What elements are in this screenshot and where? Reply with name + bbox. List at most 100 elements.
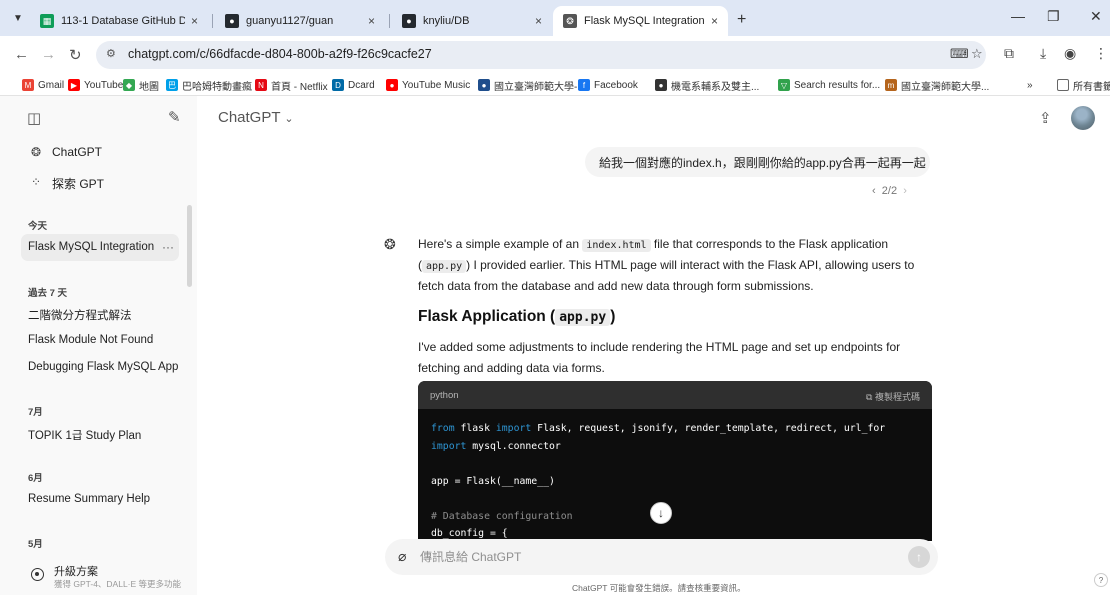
bookmark-label: YouTube Music [402, 79, 471, 91]
bookmarks-overflow-icon[interactable]: » [1027, 77, 1033, 93]
pager-count: 2/2 [881, 185, 898, 197]
help-button[interactable]: ? [1094, 573, 1108, 587]
bookmark-item[interactable]: f Facebook [578, 77, 638, 93]
code-block: python ⧉ 複製程式碼 from flask import Flask, … [418, 381, 932, 541]
next-response-icon[interactable]: › [903, 185, 907, 197]
model-selector[interactable]: ChatGPT ⌄ [218, 109, 294, 126]
url-text[interactable]: chatgpt.com/c/66dfacde-d804-800b-a2f9-f2… [128, 47, 432, 61]
bookmark-item[interactable]: ◆ 地圖 [123, 77, 159, 93]
download-icon[interactable]: ⤓ [1040, 45, 1046, 62]
tab-title: knyliu/DB [423, 15, 470, 27]
previous-response-icon[interactable]: ‹ [872, 185, 876, 197]
code-language: python [430, 390, 459, 401]
sidebar-toggle-icon[interactable]: ◫ [27, 109, 41, 127]
extensions-icon[interactable]: ⧉ [1004, 45, 1014, 62]
close-tab-icon[interactable]: × [711, 14, 718, 28]
chat-options-icon[interactable]: ··· [162, 240, 174, 254]
section-heading-today: 今天 [28, 221, 48, 232]
upgrade-plan-subtitle: 獲得 GPT-4、DALL·E 等更多功能 [54, 579, 182, 589]
menu-icon[interactable]: ⋮ [1094, 45, 1108, 62]
code-block-header: python ⧉ 複製程式碼 [418, 381, 932, 409]
tab-title: guanyu1127/guan [246, 15, 334, 27]
bookmark-favicon-icon: ▶ [68, 79, 80, 91]
bookmark-favicon-icon: m [885, 79, 897, 91]
section-heading-july: 7月 [28, 407, 43, 418]
code-line: # Database configuration [431, 510, 573, 522]
bookmark-label: 巴哈姆特動畫瘋 [182, 81, 252, 93]
forward-icon[interactable]: → [41, 46, 56, 63]
section-heading-june: 6月 [28, 473, 43, 484]
bookmark-item[interactable]: M Gmail [22, 77, 64, 93]
profile-icon[interactable]: ◉ [1064, 45, 1076, 62]
bookmark-label: Facebook [594, 79, 638, 91]
openai-logo-icon: ❂ [31, 145, 42, 159]
bookmark-favicon-icon: N [255, 79, 267, 91]
reload-icon[interactable]: ↻ [69, 46, 82, 64]
back-icon[interactable]: ← [14, 46, 29, 63]
bookmark-item[interactable]: m 國立臺灣師範大學... [885, 77, 989, 93]
send-button[interactable]: ↑ [908, 546, 930, 568]
new-chat-icon[interactable]: ✎ [168, 108, 181, 126]
folder-icon [1057, 79, 1069, 91]
response-paragraph-line: fetching and adding data via forms. [418, 361, 605, 375]
bookmark-item[interactable]: ● 國立臺灣師範大學-... [478, 77, 586, 93]
bookmark-label: Search results for... [794, 79, 881, 91]
tab-search-dropdown-icon[interactable]: ▼ [8, 9, 28, 29]
github-favicon-icon: ● [225, 14, 239, 28]
minimize-icon[interactable]: — [1011, 8, 1025, 24]
response-paragraph-line: (app.py) I provided earlier. This HTML p… [418, 258, 915, 273]
all-bookmarks-label: 所有書籤 [1073, 81, 1110, 93]
arrow-up-icon: ↑ [916, 550, 922, 564]
message-input[interactable] [420, 549, 870, 565]
bookmark-item[interactable]: 巴巴哈姆特動畫瘋 [166, 77, 252, 93]
chat-item-flask-mysql-integration[interactable]: Flask MySQL Integration [28, 241, 154, 253]
close-window-icon[interactable]: ✕ [1090, 8, 1102, 25]
bookmark-item[interactable]: D Dcard [332, 77, 375, 93]
all-bookmarks-button[interactable]: 所有書籤 [1057, 77, 1110, 93]
bookmark-item[interactable]: ▽ Search results for... [778, 77, 880, 93]
close-tab-icon[interactable]: × [191, 14, 198, 28]
bookmark-label: YouTube [84, 79, 124, 91]
chat-item-topik-study-plan[interactable]: TOPIK 1급 Study Plan [28, 427, 141, 443]
chat-item-flask-module-not-found[interactable]: Flask Module Not Found [28, 334, 153, 346]
share-icon[interactable]: ⇪ [1039, 109, 1052, 127]
openai-favicon-icon: ❂ [563, 14, 577, 28]
sidebar-item-chatgpt[interactable]: ChatGPT [52, 145, 102, 159]
translate-icon[interactable]: ⌨ [950, 46, 969, 62]
bookmark-item[interactable]: N 首頁 - Netflix [255, 77, 328, 93]
inline-code: app.py [422, 260, 467, 273]
response-paragraph-line: I've added some adjustments to include r… [418, 340, 901, 354]
restore-icon[interactable]: ❐ [1047, 8, 1060, 25]
chat-item-resume-summary-help[interactable]: Resume Summary Help [28, 493, 150, 505]
bookmark-item[interactable]: ▶ YouTube [68, 77, 123, 93]
assistant-avatar-icon: ❂ [384, 236, 396, 252]
copy-code-button[interactable]: ⧉ 複製程式碼 [866, 390, 920, 403]
bookmark-label: 地圖 [139, 81, 159, 93]
scroll-to-bottom-button[interactable]: ↓ [650, 502, 672, 524]
close-tab-icon[interactable]: × [535, 14, 542, 28]
bookmark-favicon-icon: ● [655, 79, 667, 91]
bookmark-label: Gmail [38, 79, 65, 91]
bookmark-label: 國立臺灣師範大學-... [494, 81, 586, 93]
bookmark-item[interactable]: ● 機電系輔系及雙主... [655, 77, 759, 93]
upgrade-icon[interactable] [31, 568, 44, 581]
code-line: from flask import Flask, request, jsonif… [431, 423, 886, 434]
upgrade-plan-button[interactable]: 升級方案 [54, 563, 98, 579]
chat-item-ode[interactable]: 二階微分方程式解法 [28, 307, 132, 323]
bookmark-favicon-icon: ◆ [123, 79, 135, 91]
tab-guanyu-repo[interactable]: ● guanyu1127/guan × [215, 6, 385, 36]
tab-knyliu-db[interactable]: ● knyliu/DB × [392, 6, 552, 36]
new-tab-icon[interactable]: + [737, 11, 746, 29]
sidebar-item-explore-gpts[interactable]: 探索 GPT [52, 175, 104, 192]
site-info-icon[interactable]: ⚙ [106, 47, 116, 60]
chat-item-debugging-flask-mysql[interactable]: Debugging Flask MySQL App [28, 361, 178, 373]
sidebar-scrollbar[interactable] [187, 205, 192, 287]
close-tab-icon[interactable]: × [368, 14, 375, 28]
bookmark-item[interactable]: ● YouTube Music [386, 77, 470, 93]
avatar[interactable] [1071, 106, 1095, 130]
response-pager: ‹ 2/2 › [872, 185, 907, 197]
tab-flask-mysql-integration[interactable]: ❂ Flask MySQL Integration × [553, 6, 728, 36]
tab-github-db-repo[interactable]: ▦ 113-1 Database GitHub DB Re × [30, 6, 208, 36]
attach-icon[interactable]: ⌀ [398, 548, 406, 565]
bookmark-star-icon[interactable]: ☆ [971, 46, 983, 62]
